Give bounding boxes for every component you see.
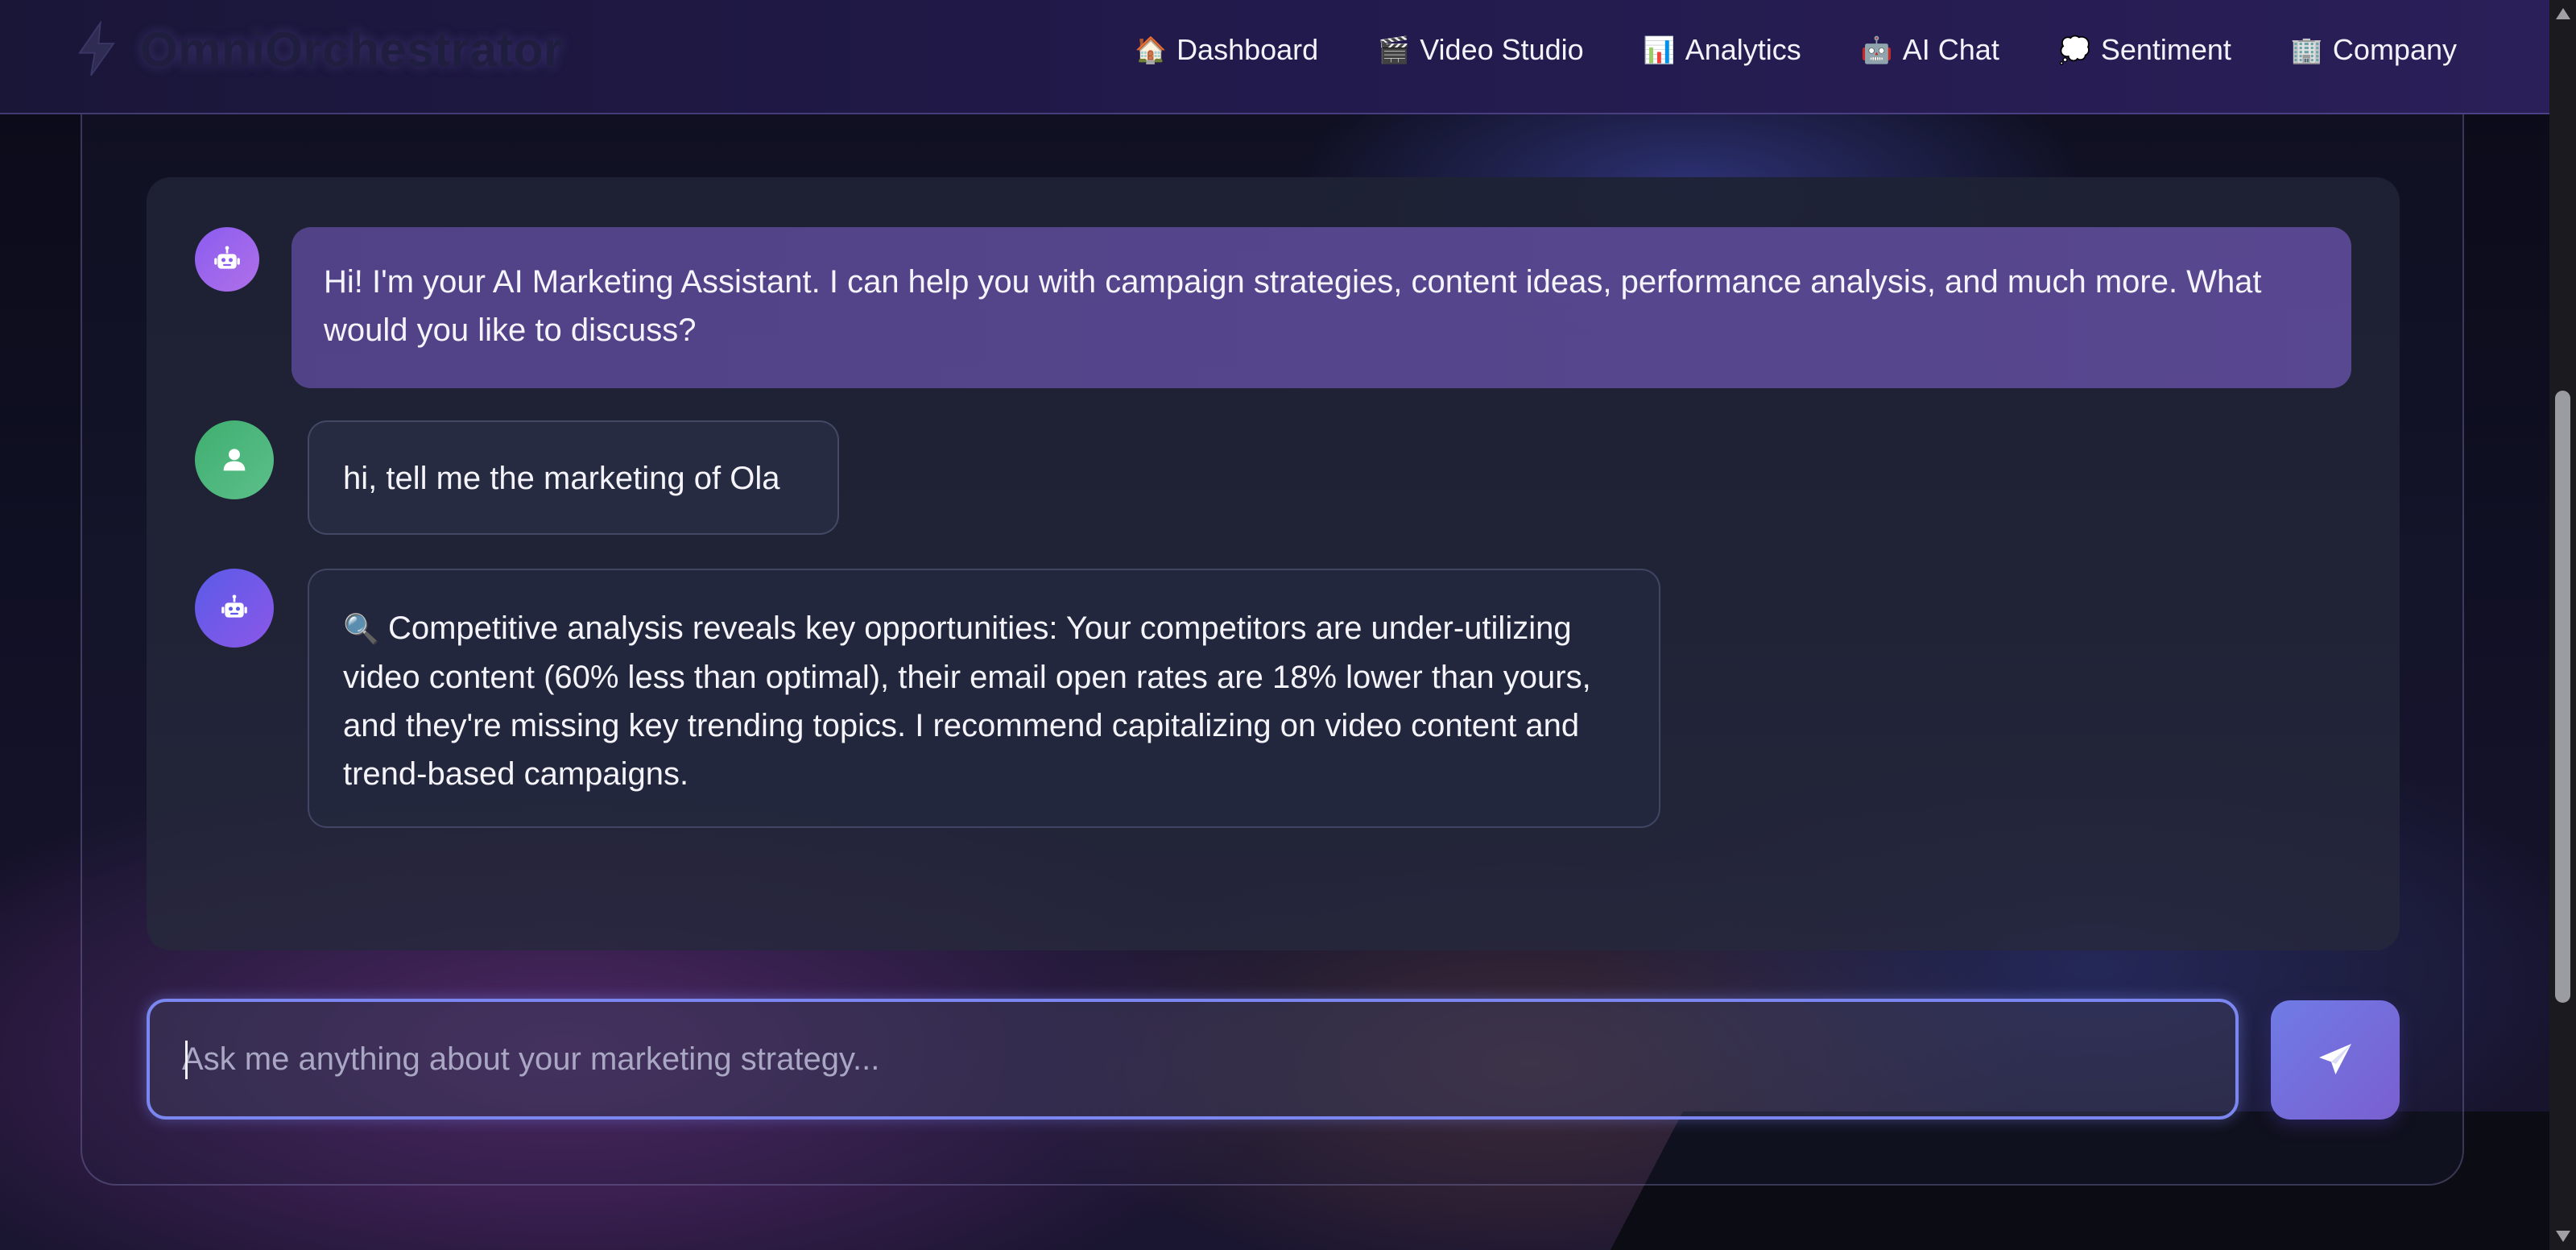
nav-label: Video Studio <box>1420 33 1584 66</box>
bar-chart-icon: 📊 <box>1643 35 1676 64</box>
text-caret <box>185 1041 188 1079</box>
robot-icon: 🤖 <box>1860 35 1893 64</box>
scroll-up-icon[interactable] <box>2556 8 2570 19</box>
scroll-down-icon[interactable] <box>2556 1231 2570 1242</box>
page-scrollbar[interactable] <box>2549 0 2576 1250</box>
nav-company[interactable]: 🏢 Company <box>2291 33 2457 67</box>
scrollbar-thumb[interactable] <box>2555 391 2570 1003</box>
assistant-avatar <box>195 569 274 648</box>
nav-ai-chat[interactable]: 🤖 AI Chat <box>1861 33 1999 67</box>
nav-label: Analytics <box>1685 33 1801 66</box>
paper-plane-icon <box>2319 1044 2351 1074</box>
nav-label: AI Chat <box>1902 33 1999 66</box>
assistant-message: Hi! I'm your AI Marketing Assistant. I c… <box>292 227 2351 388</box>
main-nav: 🏠 Dashboard 🎬 Video Studio 📊 Analytics 🤖… <box>1135 26 2457 74</box>
nav-label: Sentiment <box>2100 33 2231 66</box>
send-button[interactable] <box>2271 1000 2400 1120</box>
nav-analytics[interactable]: 📊 Analytics <box>1644 33 1801 67</box>
robot-icon <box>195 569 274 648</box>
assistant-avatar <box>195 227 259 292</box>
clapper-icon: 🎬 <box>1378 35 1411 64</box>
nav-label: Company <box>2332 33 2457 66</box>
nav-sentiment[interactable]: 💭 Sentiment <box>2059 33 2231 67</box>
chat-input[interactable] <box>150 1002 2235 1116</box>
app-name: OmniOrchestrator <box>140 22 563 77</box>
robot-icon <box>195 227 259 292</box>
user-avatar <box>195 420 274 499</box>
bolt-icon <box>78 21 115 77</box>
assistant-message: 🔍 Competitive analysis reveals key oppor… <box>308 569 1660 828</box>
top-navbar: OmniOrchestrator 🏠 Dashboard 🎬 Video Stu… <box>0 0 2549 114</box>
user-message: hi, tell me the marketing of Ola <box>308 420 839 535</box>
nav-video-studio[interactable]: 🎬 Video Studio <box>1378 33 1584 67</box>
office-building-icon: 🏢 <box>2290 35 2323 64</box>
house-icon: 🏠 <box>1135 35 1167 64</box>
thought-bubble-icon: 💭 <box>2058 35 2091 64</box>
user-icon <box>195 420 274 499</box>
nav-dashboard[interactable]: 🏠 Dashboard <box>1135 33 1318 67</box>
nav-label: Dashboard <box>1176 33 1319 66</box>
app-logo[interactable]: OmniOrchestrator <box>74 21 563 77</box>
chat-input-wrapper <box>147 999 2239 1120</box>
assistant-message-text: Competitive analysis reveals key opportu… <box>343 611 1591 792</box>
magnifier-icon: 🔍 <box>343 612 379 645</box>
